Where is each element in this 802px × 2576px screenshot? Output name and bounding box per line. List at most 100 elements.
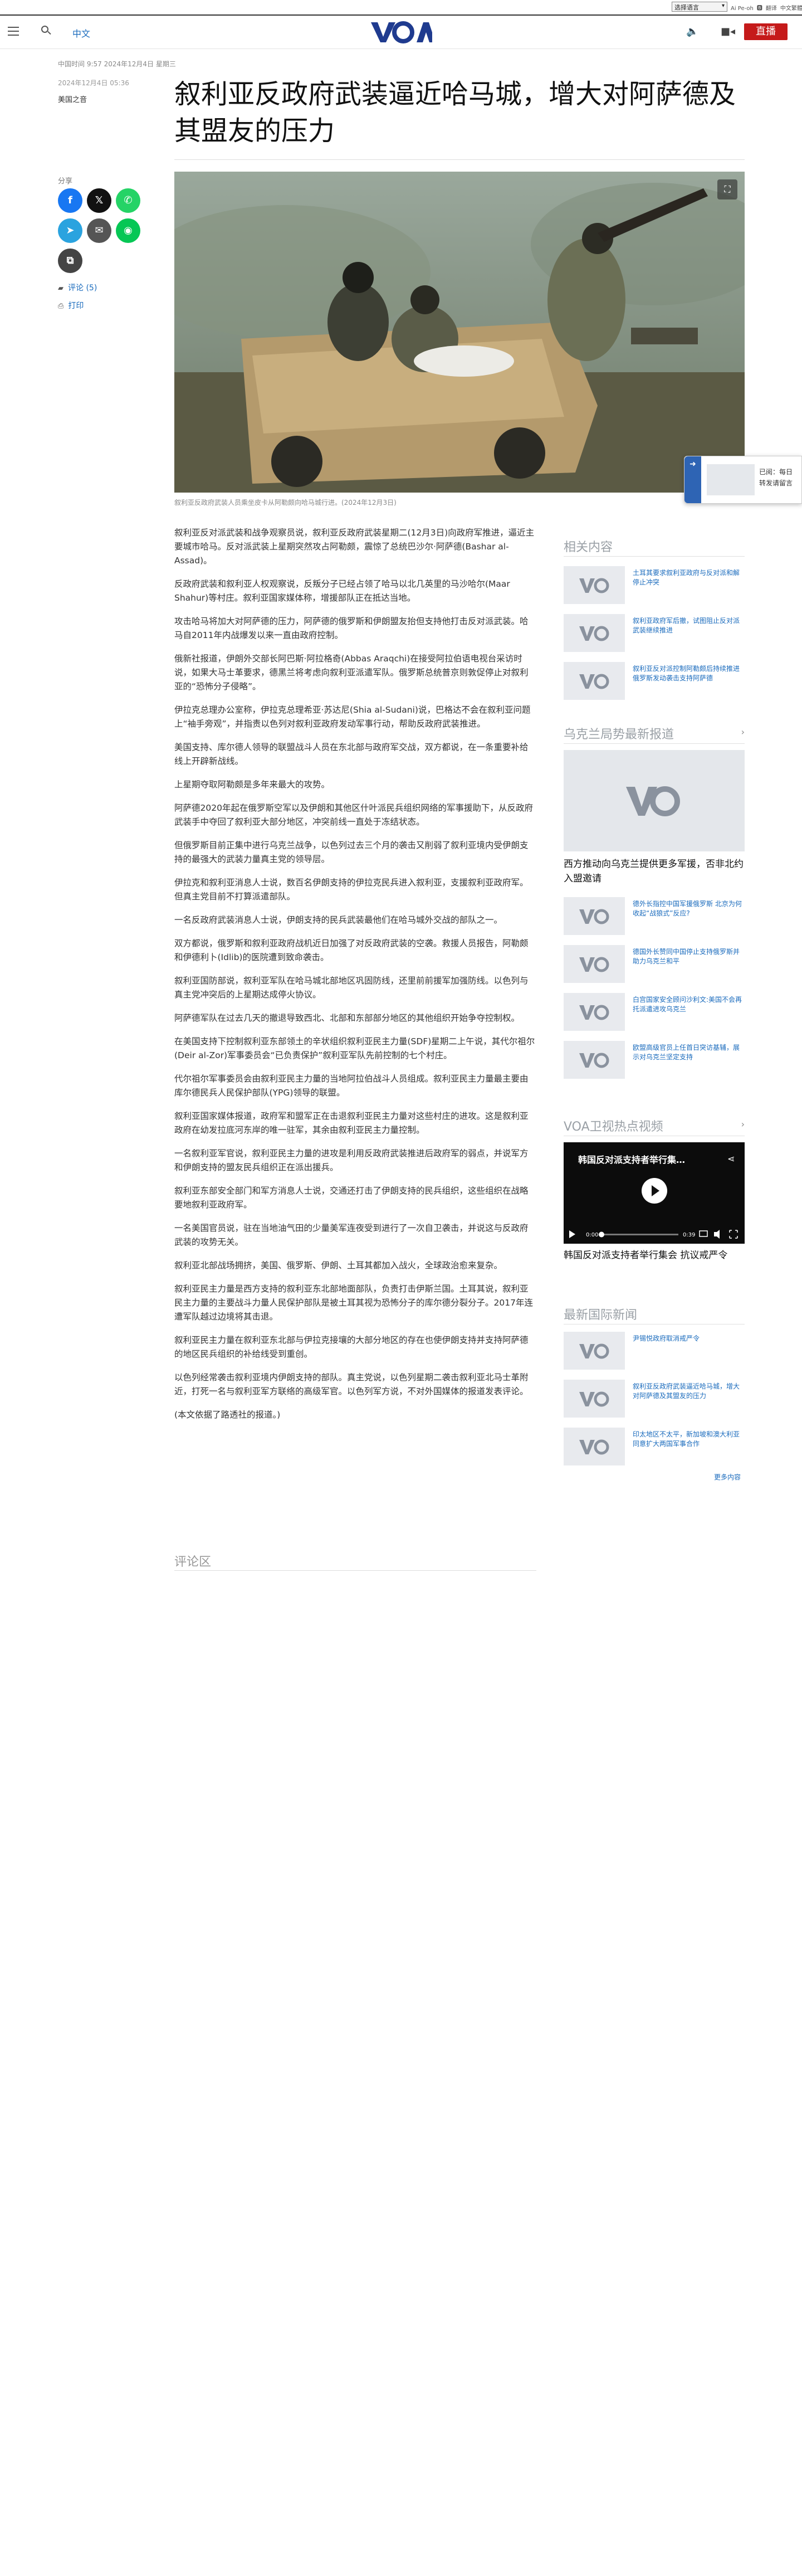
x-share-button[interactable]: 𝕏 xyxy=(87,188,111,213)
ukraine-heading[interactable]: 乌克兰局势最新报道 › xyxy=(564,724,745,742)
item-thumbnail xyxy=(564,993,625,1031)
comments-link[interactable]: ▰ 评论 (5) xyxy=(58,282,97,293)
article-paragraph: 上星期夺取阿勒颇是多年来最大的攻势。 xyxy=(174,780,330,790)
menu-icon[interactable] xyxy=(8,27,19,36)
line-share-button[interactable]: ◉ xyxy=(116,218,140,243)
video-player[interactable]: 韩国反对派支持者举行集… ⋖ 0:00 0:39 xyxy=(564,1142,745,1244)
language-select[interactable]: 选择语言 xyxy=(672,2,727,12)
divider xyxy=(174,1570,536,1571)
rail-list-item[interactable]: 土耳其要求叙利亚政府与反对派和解停止冲突 xyxy=(564,566,745,604)
video-controls[interactable]: 0:00 0:39 xyxy=(564,1224,745,1244)
language-link[interactable]: 中文 xyxy=(72,26,90,40)
article-paragraph: 双方都说，俄罗斯和叙利亚政府战机近日加强了对反政府武装的空袭。救援人员报告，阿勒… xyxy=(174,938,529,962)
item-thumbnail xyxy=(564,662,625,700)
rail-list-item[interactable]: 叙利亚反对派控制阿勒颇后持续推进 俄罗斯发动袭击支持阿萨德 xyxy=(564,662,745,700)
rail-list-item[interactable]: 德国外长赞同中国停止支持俄罗斯并助力乌克兰和平 xyxy=(564,945,745,983)
article-paragraph: 以色列经常袭击叙利亚境内伊朗支持的部队。真主党说，以色列星期二袭击叙利亚北马士革… xyxy=(174,1372,529,1396)
voa-logo xyxy=(579,578,609,593)
telegram-share-button[interactable]: ➤ xyxy=(58,218,82,243)
ukraine-lead-thumbnail[interactable] xyxy=(564,750,745,851)
whatsapp-share-button[interactable]: ✆ xyxy=(116,188,140,213)
item-title[interactable]: 叙利亚政府军后撤，试图阻止反对派武装继续推进 xyxy=(633,616,744,635)
comments-heading: 评论区 xyxy=(174,1555,212,1569)
video-title[interactable]: 韩国反对派支持者举行集会 抗议戒严令 xyxy=(564,1248,745,1263)
share-icon[interactable]: ⋖ xyxy=(727,1153,735,1164)
print-icon: ⎙ xyxy=(58,302,64,310)
util-link-1[interactable]: Ai Pe-oh xyxy=(731,6,754,12)
article-body: 叙利亚反对派武装和战争观察员说，叙利亚反政府武装星期二(12月3日)向政府军推进… xyxy=(174,526,536,1431)
more-link[interactable]: 更多内容 xyxy=(714,1472,741,1482)
item-title[interactable]: 土耳其要求叙利亚政府与反对派和解停止冲突 xyxy=(633,568,744,587)
rail-list-item[interactable]: 欧盟高级官员上任首日突访基辅，展示对乌克兰坚定支持 xyxy=(564,1041,745,1079)
copy-link-button[interactable]: ⧉ xyxy=(58,249,82,273)
whatsapp-icon: ✆ xyxy=(124,194,133,206)
notice-text: 已阅：每日 转发请留言 xyxy=(759,468,793,487)
article-paragraph: 叙利亚北部战场拥挤，美国、俄罗斯、伊朗、土耳其都加入战火，全球政治愈来复杂。 xyxy=(174,1260,503,1270)
meta-line: 中国时间 9:57 2024年12月4日 星期三 xyxy=(58,60,176,68)
voa-logo xyxy=(579,1053,609,1068)
arrow-right-icon[interactable]: ➜ xyxy=(684,456,701,503)
item-title[interactable]: 叙利亚反政府武装逼近哈马城，增大对阿萨德及其盟友的压力 xyxy=(633,1382,744,1401)
line-icon: ◉ xyxy=(124,225,133,236)
facebook-share-button[interactable]: f xyxy=(58,188,82,213)
rail-list-item[interactable]: 叙利亚反政府武装逼近哈马城，增大对阿萨德及其盟友的压力 xyxy=(564,1380,745,1418)
video-icon[interactable]: ■◂ xyxy=(721,26,735,37)
util-link-3[interactable]: 翻译 xyxy=(766,6,777,12)
site-header: 中文 🔈 ■◂ 直播 xyxy=(0,14,802,49)
related-heading: 相关内容 xyxy=(564,540,613,554)
utility-bar: 选择语言 Ai Pe-oh🅱 翻译中文繁體 xyxy=(0,0,802,14)
article-paragraph: 攻击哈马将加大对阿萨德的压力，阿萨德的俄罗斯和伊朗盟友抬但支持他打击反对派武装。… xyxy=(174,616,529,640)
voa-logo xyxy=(579,1005,609,1020)
speaker-icon[interactable]: 🔈 xyxy=(686,26,698,37)
rail-list-item[interactable]: 德外长指控中国军援俄罗斯 北京为何收起“战狼式”反应? xyxy=(564,897,745,935)
live-button[interactable]: 直播 xyxy=(744,23,788,40)
util-link-2[interactable]: 🅱 xyxy=(757,6,762,12)
voa-logo xyxy=(579,674,609,689)
play-icon[interactable] xyxy=(642,1178,667,1204)
voa-logo xyxy=(579,1343,609,1359)
item-title[interactable]: 叙利亚反对派控制阿勒颇后持续推进 俄罗斯发动袭击支持阿萨德 xyxy=(633,664,744,683)
video-heading[interactable]: VOA卫视热点视频 › xyxy=(564,1117,745,1134)
fullscreen-button[interactable]: ⛶ xyxy=(717,179,737,199)
rail-list-item[interactable]: 印太地区不太平，新加坡和澳大利亚同意扩大两国军事合作 xyxy=(564,1428,745,1465)
facebook-icon: f xyxy=(68,194,72,206)
article-paragraph: 一名叙利亚军官说，叙利亚民主力量的进攻是利用反政府武装推进后政府军的弱点，并说军… xyxy=(174,1148,529,1172)
voa-logo[interactable] xyxy=(370,20,432,45)
notice-thumbnail xyxy=(707,464,755,495)
comments-link-label: 评论 (5) xyxy=(68,284,97,293)
item-thumbnail xyxy=(564,1332,625,1370)
voa-logo xyxy=(579,1391,609,1407)
ukraine-lead-title[interactable]: 西方推动向乌克兰提供更多军援，否非北约入盟邀请 xyxy=(564,857,745,886)
floating-notice[interactable]: ➜ 已阅：每日 转发请留言 xyxy=(684,456,802,504)
item-thumbnail xyxy=(564,566,625,604)
play-small-icon xyxy=(569,1230,575,1238)
article-paragraph: 叙利亚东部安全部门和军方消息人士说，交通还打击了伊朗支持的民兵组织，这些组织在战… xyxy=(174,1186,529,1210)
language-select-value: 选择语言 xyxy=(674,4,699,11)
rail-list-item[interactable]: 叙利亚政府军后撤，试图阻止反对派武装继续推进 xyxy=(564,614,745,652)
util-link-4[interactable]: 中文繁體 xyxy=(780,6,802,12)
chevron-right-icon: › xyxy=(741,727,745,737)
item-title[interactable]: 欧盟高级官员上任首日突访基辅，展示对乌克兰坚定支持 xyxy=(633,1043,744,1062)
image-caption: 叙利亚反政府武装人员乘坐皮卡从阿勒颇向哈马城行进。(2024年12月3日) xyxy=(174,499,397,507)
expand-icon: ⛶ xyxy=(724,184,731,194)
voa-logo xyxy=(579,1439,609,1455)
divider xyxy=(564,743,745,744)
rail-list-item[interactable]: 尹锡悦政府取消戒严令 xyxy=(564,1332,745,1370)
voa-logo xyxy=(579,957,609,972)
search-icon[interactable] xyxy=(41,26,51,37)
item-title[interactable]: 德外长指控中国军援俄罗斯 北京为何收起“战狼式”反应? xyxy=(633,899,744,918)
item-title[interactable]: 尹锡悦政府取消戒严令 xyxy=(633,1334,744,1343)
author[interactable]: 美国之音 xyxy=(58,94,87,104)
print-link[interactable]: ⎙ 打印 xyxy=(58,300,84,311)
item-title[interactable]: 印太地区不太平，新加坡和澳大利亚同意扩大两国军事合作 xyxy=(633,1430,744,1449)
rail-list-item[interactable]: 白宫国家安全顾问沙利文:美国不会再托派遣进攻乌克兰 xyxy=(564,993,745,1031)
article-paragraph: 一名美国官员说，驻在当地油气田的少量美军连夜受到进行了一次自卫袭击，并说这与反政… xyxy=(174,1223,529,1247)
item-title[interactable]: 德国外长赞同中国停止支持俄罗斯并助力乌克兰和平 xyxy=(633,947,744,966)
article-paragraph: 反政府武装和叙利亚人权观察说，反叛分子已经占领了哈马以北几英里的马沙哈尔(Maa… xyxy=(174,579,510,603)
article-paragraph: 叙利亚民主力量在叙利亚东北部与伊拉克接壤的大部分地区的存在也使伊朗支持并支持阿萨… xyxy=(174,1335,529,1359)
item-thumbnail xyxy=(564,1041,625,1079)
article-paragraph: 代尔祖尔军事委员会由叙利亚民主力量的当地阿拉伯战斗人员组成。叙利亚民主力量最主要… xyxy=(174,1074,529,1098)
item-title[interactable]: 白宫国家安全顾问沙利文:美国不会再托派遣进攻乌克兰 xyxy=(633,995,744,1014)
item-thumbnail xyxy=(564,1380,625,1418)
email-share-button[interactable]: ✉ xyxy=(87,218,111,243)
